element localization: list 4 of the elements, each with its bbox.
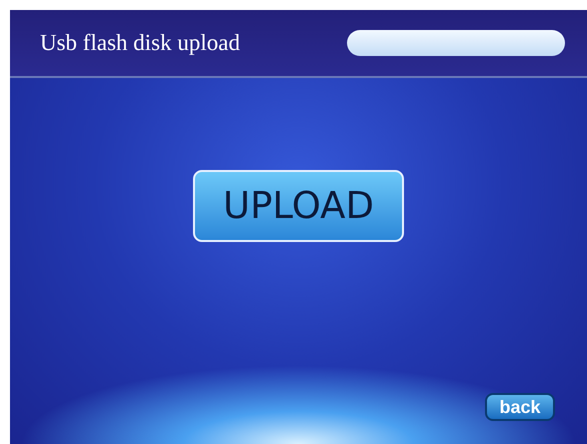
input-field[interactable]: [347, 30, 565, 56]
upload-button[interactable]: UPLOAD: [193, 170, 404, 242]
back-button[interactable]: back: [485, 393, 555, 421]
window-title: Usb flash disk upload: [40, 28, 240, 57]
